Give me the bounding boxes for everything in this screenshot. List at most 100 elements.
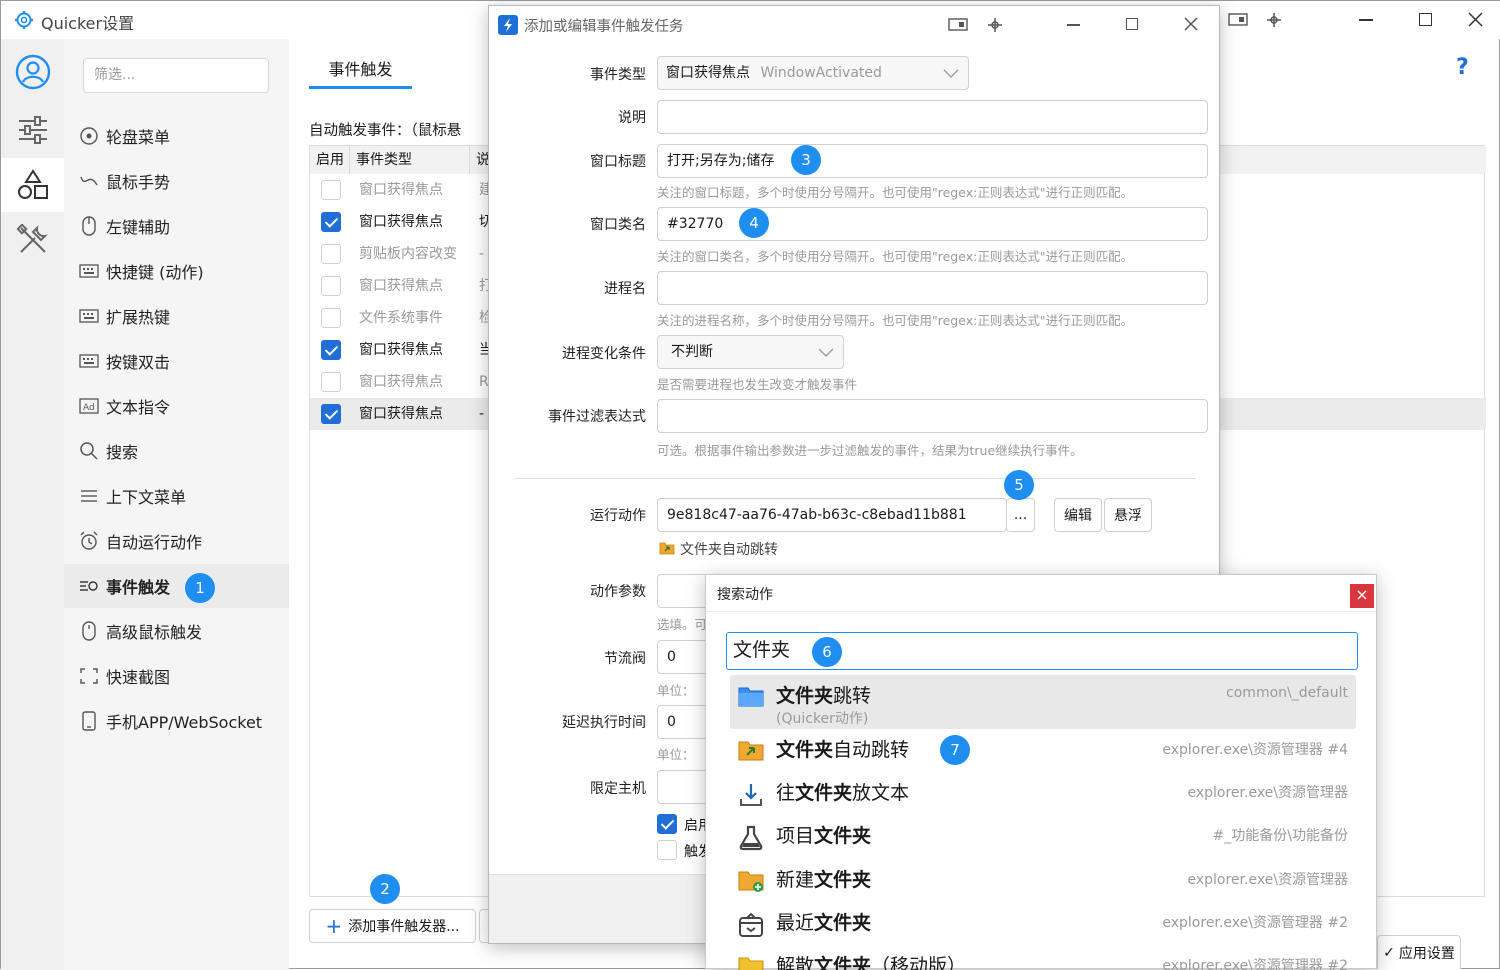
column-header[interactable]: 启用 (310, 146, 350, 174)
minimize-button[interactable] (1067, 24, 1080, 26)
nav-item-event-trigger[interactable]: 事件触发 (64, 564, 289, 608)
window-title-input[interactable]: 打开;另存为;储存 (657, 144, 1208, 178)
nav-item-label: 轮盘菜单 (106, 128, 171, 147)
search-result-item-selected[interactable]: 文件夹跳转 (Quicker动作) common\_default (730, 675, 1356, 729)
maximize-button[interactable] (1126, 18, 1138, 30)
float-action-button[interactable]: 悬浮 (1104, 498, 1152, 532)
sliders-icon (17, 116, 49, 144)
result-name: 文件夹跳转 (776, 685, 872, 707)
row-event-type: 窗口获得焦点 (359, 406, 443, 422)
search-result-item[interactable]: 解散文件夹（移动版） explorer.exe\资源管理器 #2 (730, 945, 1356, 970)
process-name-input[interactable] (657, 271, 1208, 305)
user-icon (15, 54, 51, 90)
delay-label: 延迟执行时间 (562, 715, 646, 731)
edit-action-button[interactable]: 编辑 (1054, 498, 1102, 532)
search-result-item[interactable]: 文件夹自动跳转 explorer.exe\资源管理器 #4 (730, 729, 1356, 773)
close-dialog-button[interactable] (1184, 17, 1198, 31)
tab-event-trigger[interactable]: 事件触发 (309, 53, 412, 89)
nav-item-advanced-mouse[interactable]: 高级鼠标触发 (64, 609, 289, 653)
nav-item-label: 上下文菜单 (106, 488, 187, 507)
dialog-title-bar: 添加或编辑事件触发任务 (489, 6, 1219, 42)
enable-checkbox[interactable] (321, 372, 341, 392)
move-icon[interactable] (986, 16, 1004, 34)
description-input[interactable] (657, 100, 1208, 134)
process-change-value: 不判断 (671, 344, 713, 360)
nav-item-context-menu[interactable]: 上下文菜单 (64, 474, 289, 518)
filter-expression-label: 事件过滤表达式 (548, 409, 646, 425)
nav-item-left-click-assist[interactable]: 左键辅助 (64, 204, 289, 248)
apply-settings-button[interactable]: ✓ 应用设置 (1377, 935, 1461, 969)
enable-checkbox[interactable] (321, 404, 341, 424)
browse-action-button[interactable]: ... (1006, 498, 1035, 532)
search-result-item[interactable]: 新建文件夹 explorer.exe\资源管理器 (730, 859, 1356, 903)
search-result-item[interactable]: 往文件夹放文本 explorer.exe\资源管理器 (730, 772, 1356, 816)
row-event-type: 文件系统事件 (359, 310, 443, 326)
pin-window-icon[interactable] (1228, 12, 1248, 28)
nav-item-wheel-menu[interactable]: 轮盘菜单 (64, 114, 289, 158)
search-popup-title: 搜索动作 (717, 587, 773, 603)
result-name: 项目文件夹 (776, 825, 872, 847)
nav-item-label: 左键辅助 (106, 218, 171, 237)
process-change-select[interactable]: 不判断 (657, 335, 844, 369)
search-result-item[interactable]: 最近文件夹 explorer.exe\资源管理器 #2 (730, 902, 1356, 946)
process-name-hint: 关注的进程名称，多个时使用分号隔开。也可使用"regex:正则表达式"进行正则匹… (657, 313, 1134, 328)
nav-item-screenshot[interactable]: 快速截图 (64, 654, 289, 698)
window-title-label: 窗口标题 (590, 154, 646, 170)
result-source: explorer.exe\资源管理器 (1187, 872, 1348, 888)
close-popup-button[interactable]: × (1350, 584, 1374, 608)
nav-filter-input[interactable]: 筛选... (83, 58, 269, 93)
nav-item-search[interactable]: 搜索 (64, 429, 289, 473)
badge-3: 3 (791, 145, 821, 175)
result-name: 新建文件夹 (776, 869, 872, 891)
search-result-item[interactable]: 项目文件夹 #_功能备份\功能备份 (730, 815, 1356, 859)
result-source: explorer.exe\资源管理器 #2 (1162, 958, 1348, 970)
badge-1: 1 (185, 573, 215, 603)
nav-item-double-press[interactable]: 按键双击 (64, 339, 289, 383)
add-trigger-button[interactable]: + 添加事件触发器... (309, 909, 476, 943)
result-source: explorer.exe\资源管理器 (1187, 785, 1348, 801)
nav-item-auto-run[interactable]: 自动运行动作 (64, 519, 289, 563)
throttle-label: 节流阀 (604, 651, 646, 667)
divider (706, 611, 1376, 612)
crop-icon (78, 665, 100, 687)
enable-checkbox[interactable] (657, 814, 677, 834)
column-header[interactable]: 事件类型 (350, 146, 470, 174)
event-type-select[interactable]: 窗口获得焦点 WindowActivated (657, 56, 969, 90)
run-action-input[interactable]: 9e818c47-aa76-47ab-b63c-c8ebad11b881 (657, 498, 1007, 532)
maximize-button[interactable] (1419, 13, 1432, 26)
nav-item-text-command[interactable]: Ad 文本指令 (64, 384, 289, 428)
pencil-icon: ✓ (1383, 944, 1395, 961)
gear-icon (14, 10, 34, 30)
nav-item-mobile-app[interactable]: 手机APP/WebSocket (64, 699, 289, 743)
move-icon[interactable] (1265, 11, 1283, 29)
badge-2: 2 (370, 874, 400, 904)
box-icon (738, 912, 764, 938)
minimize-button[interactable] (1359, 19, 1373, 21)
menu-lines-icon (78, 485, 100, 507)
pin-window-icon[interactable] (948, 17, 968, 33)
result-name: 最近文件夹 (776, 912, 872, 934)
close-window-button[interactable] (1468, 12, 1483, 27)
enable-checkbox[interactable] (321, 276, 341, 296)
filter-expression-input[interactable] (657, 399, 1208, 433)
rail-user[interactable] (1, 45, 64, 99)
keyboard-icon (78, 305, 100, 327)
apply-settings-label: 应用设置 (1398, 945, 1455, 962)
enable-checkbox[interactable] (321, 180, 341, 200)
nav-item-extended-hotkey[interactable]: 扩展热键 (64, 294, 289, 338)
nav-item-label: 自动运行动作 (106, 533, 203, 552)
help-icon[interactable]: ? (1456, 55, 1469, 80)
enable-checkbox[interactable] (321, 308, 341, 328)
nav-item-label: 搜索 (106, 443, 139, 462)
rail-triggers[interactable] (1, 158, 64, 212)
keyboard-icon (78, 260, 100, 282)
enable-checkbox[interactable] (321, 212, 341, 232)
nav-item-label: 快捷键 (动作) (106, 263, 204, 282)
nav-item-shortcut-action[interactable]: 快捷键 (动作) (64, 249, 289, 293)
nav-item-mouse-gesture[interactable]: 鼠标手势 (64, 159, 289, 203)
enable-checkbox[interactable] (321, 340, 341, 360)
trigger-checkbox[interactable] (657, 840, 677, 860)
enable-checkbox[interactable] (321, 244, 341, 264)
rail-tools[interactable] (1, 213, 64, 267)
rail-settings[interactable] (1, 103, 64, 157)
